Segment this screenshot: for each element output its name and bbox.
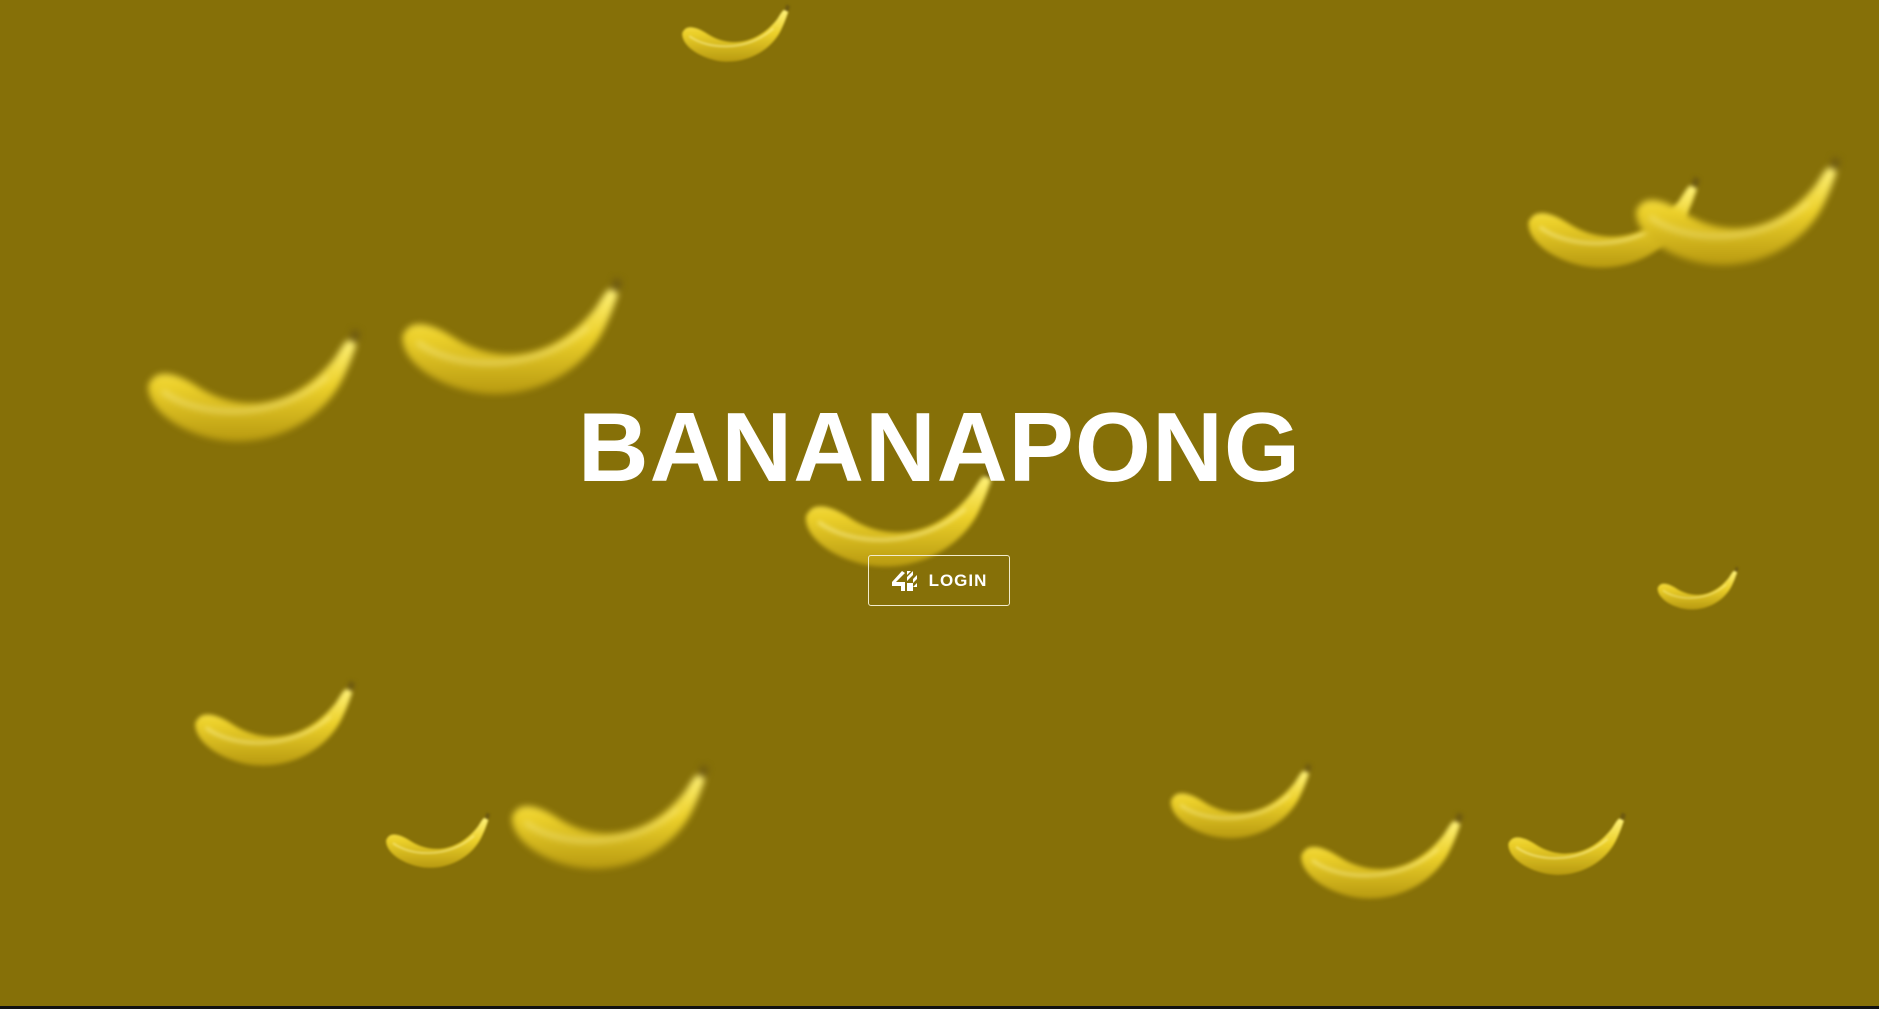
banana-icon — [398, 275, 626, 411]
banana-icon — [1632, 154, 1844, 281]
landing-background: BANANAPONG LOGIN — [0, 0, 1879, 1006]
banana-icon-graphic — [1169, 762, 1313, 840]
banana-icon — [508, 762, 712, 884]
banana-icon — [192, 679, 358, 778]
banana-icon-graphic — [681, 3, 792, 63]
42-logo-icon-graphic — [891, 570, 917, 591]
login-button[interactable]: LOGIN — [868, 555, 1010, 606]
banana-icon-graphic — [400, 275, 625, 397]
banana-icon — [1506, 811, 1628, 884]
banana-icon-graphic — [1656, 565, 1740, 611]
banana-icon-graphic — [1507, 811, 1627, 876]
banana-icon-graphic — [1634, 154, 1843, 267]
banana-icon-graphic — [193, 679, 357, 767]
login-label: LOGIN — [928, 570, 988, 590]
banana-icon — [1656, 565, 1740, 616]
banana-icon-graphic — [1526, 175, 1702, 270]
42-logo-icon — [891, 569, 923, 593]
banana-icon — [680, 3, 792, 70]
banana-icon-graphic — [1299, 811, 1465, 900]
banana-icon-graphic — [385, 811, 492, 869]
banana-icon — [384, 811, 492, 876]
app-title: BANANAPONG — [577, 392, 1302, 502]
banana-icon-graphic — [510, 762, 711, 871]
banana-icon — [1298, 811, 1466, 911]
banana-icon — [1525, 175, 1703, 281]
banana-icon — [1168, 762, 1314, 849]
